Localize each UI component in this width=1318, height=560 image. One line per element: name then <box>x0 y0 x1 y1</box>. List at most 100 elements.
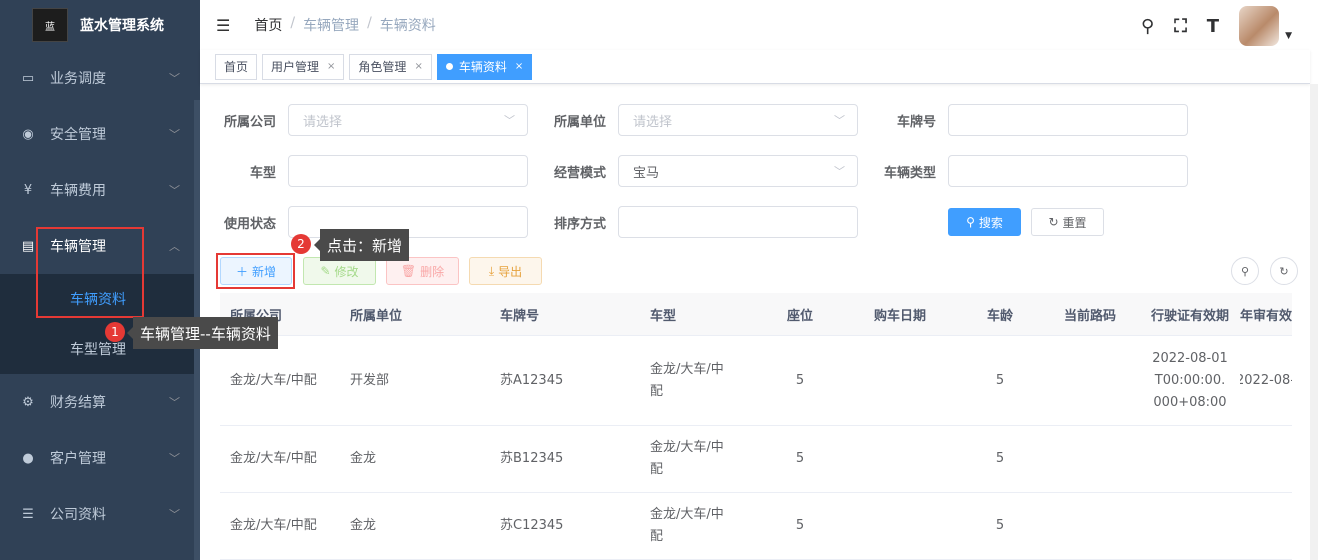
navbar: ☰ 首页 / 车辆管理 / 车辆资料 ⚲ ⛶ T ▼ <box>200 0 1318 50</box>
form-row-1: 所属公司 请选择 ﹀ 所属单位 请选择 ﹀ 车牌号 <box>200 104 1188 136</box>
monitor-icon: ▭ <box>21 70 35 86</box>
tag-user-management[interactable]: 用户管理 × <box>262 53 345 80</box>
chevron-down-icon: ﹀ <box>834 114 845 127</box>
plate-input[interactable] <box>948 104 1188 136</box>
edit-button[interactable]: ✎ 修改 <box>303 257 376 285</box>
chevron-down-icon: ﹀ <box>169 184 180 197</box>
sidebar-item-finance[interactable]: ⚙ 财务结算 ﹀ <box>0 374 200 430</box>
cell-age: 5 <box>995 451 1005 466</box>
column-header[interactable]: 当前路码 <box>1040 305 1140 324</box>
download-icon: ⤓ <box>488 263 495 278</box>
trash-icon: 🗑 <box>400 264 417 278</box>
close-icon[interactable]: × <box>414 61 422 72</box>
cell-company: 金龙/大车/中配 <box>230 518 317 533</box>
breadcrumb-home[interactable]: 首页 <box>254 15 282 35</box>
close-icon[interactable]: × <box>515 61 523 72</box>
table-header: 所属公司 所属单位 车牌号 车型 座位 购车日期 车龄 当前路码 行驶证有效期 … <box>220 293 1292 336</box>
chevron-down-icon: ﹀ <box>504 114 515 127</box>
mode-select[interactable]: 宝马 ﹀ <box>618 155 858 187</box>
cell-model: 金龙/大车/中配 <box>650 440 724 477</box>
chevron-down-icon: ﹀ <box>169 452 180 465</box>
fullscreen-icon[interactable]: ⛶ <box>1174 16 1187 37</box>
cell-seats: 5 <box>795 451 805 466</box>
search-icon[interactable]: ⚲ <box>1141 16 1154 37</box>
app-title: 蓝水管理系统 <box>80 18 164 34</box>
delete-button[interactable]: 🗑 删除 <box>386 257 459 285</box>
refresh-button[interactable]: ↻ <box>1270 257 1298 285</box>
column-header[interactable]: 行驶证有效期 <box>1140 305 1240 324</box>
tag-vehicle-info[interactable]: 车辆资料 × <box>436 53 533 80</box>
chevron-down-icon: ﹀ <box>834 165 845 178</box>
export-button-label: 导出 <box>498 264 523 279</box>
sidebar-item-label: 客户管理 <box>50 451 106 467</box>
vehicle-table: 所属公司 所属单位 车牌号 车型 座位 购车日期 车龄 当前路码 行驶证有效期 … <box>220 293 1292 560</box>
table-row[interactable]: 金龙/大车/中配 金龙 苏C12345 金龙/大车/中配 5 5 <box>220 493 1292 560</box>
sidebar-item-label: 安全管理 <box>50 127 106 143</box>
chevron-up-icon: ︿ <box>169 240 180 253</box>
chevron-down-icon: ﹀ <box>169 72 180 85</box>
menu-toggle-icon[interactable]: ☰ <box>216 16 230 35</box>
cell-model-wrapper: 金龙/大车/中配 <box>640 437 760 481</box>
column-header[interactable]: 车龄 <box>960 305 1040 324</box>
sidebar-item-dispatch[interactable]: ▭ 业务调度 ﹀ <box>0 50 200 106</box>
highlight-box-add <box>216 253 295 289</box>
cell-company: 金龙/大车/中配 <box>230 372 317 388</box>
cell-license-wrapper: 2022-08-01T00:00:00.000+08:00 <box>1140 348 1240 414</box>
settings-icon: ⚙ <box>22 394 34 410</box>
close-icon[interactable]: × <box>327 61 335 72</box>
column-header[interactable]: 车牌号 <box>490 305 640 324</box>
reset-button[interactable]: ↻ 重置 <box>1031 208 1104 236</box>
unit-placeholder: 请选择 <box>633 114 673 130</box>
status-label: 使用状态 <box>223 216 276 232</box>
table-row[interactable]: 金龙/大车/中配 开发部 苏A12345 金龙/大车/中配 5 5 2022-0… <box>220 336 1292 426</box>
cell-plate: 苏B12345 <box>500 451 564 466</box>
logo-image: 蓝 <box>32 8 68 42</box>
breadcrumb-level1: 车辆管理 <box>303 18 360 34</box>
toggle-search-button[interactable]: ⚲ <box>1231 257 1259 285</box>
model-input[interactable] <box>288 155 528 187</box>
sidebar-item-vehicle-fees[interactable]: ¥ 车辆费用 ﹀ <box>0 162 200 218</box>
company-select[interactable]: 请选择 ﹀ <box>288 104 528 136</box>
cell-plate: 苏A12345 <box>500 372 564 388</box>
sidebar-item-safety[interactable]: ◉ 安全管理 ﹀ <box>0 106 200 162</box>
avatar[interactable] <box>1239 6 1280 46</box>
company-placeholder: 请选择 <box>303 114 343 130</box>
tag-label: 角色管理 <box>358 60 407 74</box>
sliders-icon: ☰ <box>22 506 34 522</box>
font-size-icon[interactable]: T <box>1207 16 1219 37</box>
chevron-down-icon: ﹀ <box>169 508 180 521</box>
sidebar-item-label: 车辆费用 <box>50 183 106 199</box>
column-header[interactable]: 座位 <box>760 305 840 324</box>
cell-unit: 金龙 <box>350 451 377 466</box>
search-button[interactable]: ⚲ 搜索 <box>948 208 1021 236</box>
search-button-label: 搜索 <box>978 215 1003 230</box>
refresh-icon: ↻ <box>1279 264 1289 278</box>
main-scrollbar[interactable] <box>1310 84 1318 560</box>
column-header[interactable]: 购车日期 <box>840 305 960 324</box>
logo[interactable]: 蓝 蓝水管理系统 <box>0 0 200 50</box>
column-header[interactable]: 所属单位 <box>340 305 490 324</box>
cell-annual: 2022-08-01T00:00:00.000+08:00 <box>1240 372 1292 388</box>
sidebar-item-company-info[interactable]: ☰ 公司资料 ﹀ <box>0 486 200 542</box>
chevron-down-icon: ﹀ <box>169 396 180 409</box>
tag-label: 车辆资料 <box>458 60 507 74</box>
tag-role-management[interactable]: 角色管理 × <box>349 53 432 80</box>
tag-home[interactable]: 首页 <box>215 53 258 80</box>
caret-down-icon[interactable]: ▼ <box>1285 31 1292 41</box>
table-row[interactable]: 金龙/大车/中配 金龙 苏B12345 金龙/大车/中配 5 5 <box>220 426 1292 493</box>
cell-unit: 金龙 <box>350 518 377 533</box>
sort-input[interactable] <box>618 206 858 238</box>
sidebar-item-label: 公司资料 <box>50 507 106 523</box>
vehicle-type-input[interactable] <box>948 155 1188 187</box>
form-row-2: 车型 经营模式 宝马 ﹀ 车辆类型 <box>200 155 1188 187</box>
document-icon: ▤ <box>21 238 35 254</box>
breadcrumb-level2: 车辆资料 <box>379 18 436 34</box>
vehicle-type-label: 车辆类型 <box>883 165 936 181</box>
cell-plate: 苏C12345 <box>500 518 564 533</box>
export-button[interactable]: ⤓ 导出 <box>469 257 542 285</box>
column-header[interactable]: 年审有效期 <box>1240 305 1292 324</box>
column-header[interactable]: 车型 <box>640 305 760 324</box>
unit-select[interactable]: 请选择 ﹀ <box>618 104 858 136</box>
tag-label: 用户管理 <box>271 60 320 74</box>
sidebar-item-customers[interactable]: ● 客户管理 ﹀ <box>0 430 200 486</box>
